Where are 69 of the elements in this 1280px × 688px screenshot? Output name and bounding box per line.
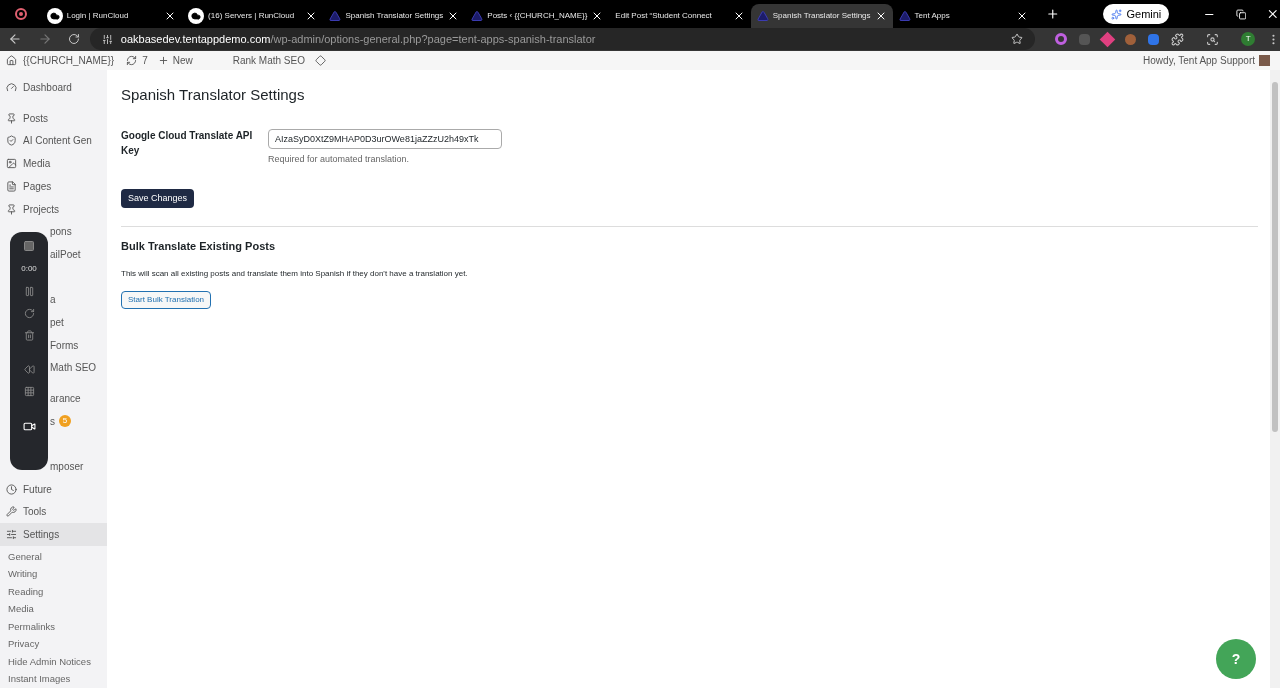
url-path: /wp-admin/options-general.php?page=tent-apps-spanish-translator — [270, 32, 596, 48]
menu-label: Pages — [23, 179, 52, 194]
menu-item[interactable]: Tools — [0, 500, 107, 524]
tab-title: Tent Apps — [914, 10, 950, 22]
field-hint: Required for automated translation. — [268, 152, 411, 166]
browser-tab[interactable]: Posts ‹ {{CHURCH_NAME}} — [465, 4, 610, 28]
menu-label: Future — [23, 482, 52, 497]
menu-label[interactable]: pons — [50, 224, 72, 240]
menu-label: AI Content Gen — [23, 134, 92, 149]
menu-label[interactable]: pet — [50, 314, 64, 330]
menu-label[interactable]: a — [50, 292, 56, 308]
updates-count[interactable]: 7 — [142, 53, 148, 68]
submenu-item[interactable]: Hide Admin Notices — [0, 653, 107, 671]
tab-title: Spanish Translator Settings — [345, 10, 444, 22]
menu-item[interactable]: Future — [0, 477, 107, 501]
menu-item[interactable]: Posts — [0, 106, 107, 130]
tab-title: Edit Post “Student Connect — [615, 10, 712, 22]
menu-label[interactable]: s — [50, 413, 55, 429]
menu-label: Tools — [23, 505, 47, 520]
profile-avatar[interactable]: T — [1241, 32, 1256, 47]
tab-title: (16) Servers | RunCloud — [208, 10, 295, 22]
count-badge: 5 — [59, 415, 71, 428]
submenu-item[interactable]: Reading — [0, 583, 107, 601]
menu-item[interactable]: Dashboard — [0, 76, 107, 99]
menu-item[interactable]: AI Content Gen — [0, 129, 107, 153]
new-link[interactable]: New — [172, 53, 193, 68]
tab-title: Spanish Translator Settings — [772, 10, 871, 22]
browser-tab[interactable]: Tent Apps — [892, 4, 1034, 28]
menu-label: Settings — [23, 528, 60, 543]
recording-time: 0:00 — [21, 263, 37, 276]
section-title: Bulk Translate Existing Posts — [121, 239, 277, 255]
tab-title: Posts ‹ {{CHURCH_NAME}} — [487, 10, 588, 22]
section-description: This will scan all existing posts and translate them into Spanish if they don't have a translation yet. — [121, 267, 469, 280]
field-label: Google Cloud Translate API Key — [121, 128, 254, 158]
browser-tab[interactable]: Spanish Translator Settings — [323, 4, 466, 28]
browser-tab[interactable]: Edit Post “Student Connect — [609, 4, 751, 28]
submenu-item[interactable]: Writing — [0, 565, 107, 583]
menu-label[interactable]: mposer — [50, 459, 84, 475]
browser-tab[interactable]: (16) Servers | RunCloud — [182, 4, 324, 28]
menu-item[interactable]: Projects — [0, 197, 107, 221]
save-button[interactable]: Save Changes — [121, 189, 195, 209]
gemini-button[interactable]: Gemini — [1103, 4, 1170, 24]
submenu-item[interactable]: General — [0, 548, 107, 566]
menu-label: Dashboard — [23, 81, 72, 96]
address-bar[interactable]: oakbasedev.tentappdemo.com/wp-admin/options-general.php?page=tent-apps-spanish-translator — [89, 28, 1036, 51]
menu-item[interactable]: Media — [0, 152, 107, 175]
submenu-item[interactable]: Privacy — [0, 635, 107, 653]
api-key-field[interactable]: AIzaSyD0XtZ9MHAP0D3urOWe81jaZZzU2h49xTk — [268, 128, 502, 149]
submenu-item[interactable]: Permalinks — [0, 618, 107, 636]
submenu-item[interactable]: Instant Images — [0, 670, 107, 688]
menu-label[interactable]: Forms — [50, 337, 79, 353]
browser-tab[interactable]: Spanish Translator Settings — [750, 4, 893, 28]
site-name-link[interactable]: {{CHURCH_NAME}} — [23, 53, 115, 68]
menu-label: Media — [23, 157, 51, 172]
url-host: oakbasedev.tentappdemo.com — [120, 32, 271, 48]
bulk-translate-button[interactable]: Start Bulk Translation — [121, 290, 212, 309]
page-title: Spanish Translator Settings — [121, 85, 306, 106]
menu-item[interactable]: Settings — [0, 523, 107, 546]
browser-tab[interactable]: Login | RunCloud — [40, 4, 183, 28]
menu-item[interactable]: Pages — [0, 175, 107, 198]
howdy-link[interactable]: Howdy, Tent App Support — [1143, 53, 1255, 68]
menu-label[interactable]: arance — [50, 391, 81, 407]
submenu-item[interactable]: Media — [0, 600, 107, 618]
menu-label: Posts — [23, 111, 48, 126]
menu-label: Projects — [23, 202, 60, 217]
tab-title: Login | RunCloud — [66, 10, 129, 22]
menu-label[interactable]: Math SEO — [50, 360, 97, 376]
menu-label[interactable]: ailPoet — [50, 246, 81, 262]
seo-link[interactable]: Rank Math SEO — [232, 53, 305, 68]
